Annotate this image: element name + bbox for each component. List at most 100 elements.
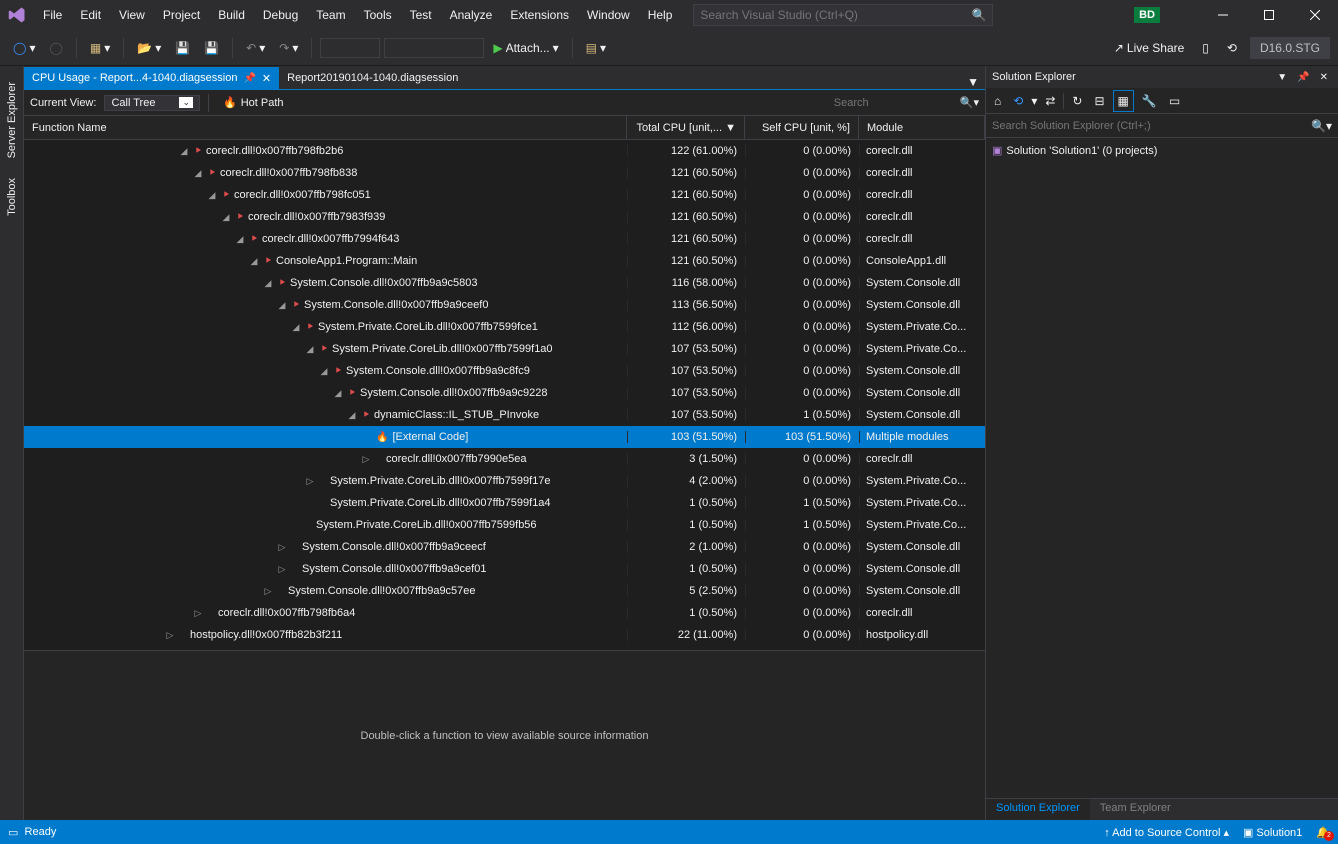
table-row[interactable]: ▷coreclr.dll!0x007ffb798fb6a41 (0.50%)0 … bbox=[24, 602, 985, 624]
home-icon[interactable]: ⌂ bbox=[990, 91, 1005, 111]
expander-icon[interactable]: ◢ bbox=[346, 410, 358, 421]
user-badge[interactable]: BD bbox=[1134, 7, 1160, 23]
table-row[interactable]: ▷System.Private.CoreLib.dll!0x007ffb7599… bbox=[24, 470, 985, 492]
feedback-icon[interactable]: ⟲ bbox=[1222, 38, 1242, 58]
expander-icon[interactable]: ▷ bbox=[304, 476, 316, 487]
table-row[interactable]: ▷System.Console.dll!0x007ffb9a9cef011 (0… bbox=[24, 558, 985, 580]
menu-debug[interactable]: Debug bbox=[254, 0, 307, 30]
menu-team[interactable]: Team bbox=[307, 0, 354, 30]
phone-icon[interactable]: ▯ bbox=[1197, 38, 1214, 58]
table-row[interactable]: ◢⯈System.Private.CoreLib.dll!0x007ffb759… bbox=[24, 338, 985, 360]
table-row[interactable]: ◢⯈coreclr.dll!0x007ffb798fc051121 (60.50… bbox=[24, 184, 985, 206]
menu-analyze[interactable]: Analyze bbox=[441, 0, 502, 30]
close-icon[interactable]: ✕ bbox=[262, 72, 271, 85]
new-project-button[interactable]: ▦▾ bbox=[85, 38, 115, 58]
properties-icon[interactable]: 🔧 bbox=[1138, 91, 1161, 111]
show-all-icon[interactable]: ▦ bbox=[1113, 90, 1134, 112]
live-share-button[interactable]: ↗ Live Share bbox=[1109, 38, 1189, 58]
table-row[interactable]: ◢⯈System.Console.dll!0x007ffb9a9ceef0113… bbox=[24, 294, 985, 316]
expander-icon[interactable]: ◢ bbox=[276, 300, 288, 311]
search-icon[interactable]: 🔍▾ bbox=[960, 96, 979, 109]
solution-search-input[interactable] bbox=[992, 120, 1311, 132]
menu-test[interactable]: Test bbox=[401, 0, 441, 30]
save-button[interactable]: 💾 bbox=[170, 38, 195, 58]
doc-tab-1[interactable]: Report20190104-1040.diagsession bbox=[279, 67, 466, 89]
table-row[interactable]: System.Private.CoreLib.dll!0x007ffb7599f… bbox=[24, 492, 985, 514]
table-row[interactable]: ◢⯈ConsoleApp1.Program::Main121 (60.50%)0… bbox=[24, 250, 985, 272]
table-row[interactable]: ◢⯈coreclr.dll!0x007ffb7994f643121 (60.50… bbox=[24, 228, 985, 250]
table-row[interactable]: ▷System.Console.dll!0x007ffb9a9ceecf2 (1… bbox=[24, 536, 985, 558]
pin-icon[interactable]: 📌 bbox=[243, 73, 255, 84]
table-row[interactable]: System.Private.CoreLib.dll!0x007ffb7599f… bbox=[24, 514, 985, 536]
col-module[interactable]: Module bbox=[859, 116, 985, 139]
expander-icon[interactable]: ◢ bbox=[248, 256, 260, 267]
doc-tabs-dropdown[interactable]: ▼ bbox=[961, 75, 985, 89]
process-button[interactable]: ▤▾ bbox=[581, 38, 611, 58]
table-row[interactable]: ▷coreclr.dll!0x007ffb7990e5ea3 (1.50%)0 … bbox=[24, 448, 985, 470]
expander-icon[interactable]: ◢ bbox=[206, 190, 218, 201]
col-function-name[interactable]: Function Name bbox=[24, 116, 627, 139]
expander-icon[interactable]: ▷ bbox=[192, 608, 204, 619]
col-total-cpu[interactable]: Total CPU [unit,... ▼ bbox=[627, 116, 745, 139]
table-row[interactable]: ◢⯈dynamicClass::IL_STUB_PInvoke107 (53.5… bbox=[24, 404, 985, 426]
save-all-button[interactable]: 💾 bbox=[199, 38, 224, 58]
table-row[interactable]: ▷hostpolicy.dll!0x007ffb82b3f21122 (11.0… bbox=[24, 624, 985, 646]
menu-edit[interactable]: Edit bbox=[71, 0, 110, 30]
table-row[interactable]: ◢⯈System.Console.dll!0x007ffb9a9c9228107… bbox=[24, 382, 985, 404]
expander-icon[interactable]: ◢ bbox=[234, 234, 246, 245]
expander-icon[interactable]: ◢ bbox=[332, 388, 344, 399]
doc-tab-0[interactable]: CPU Usage - Report...4-1040.diagsession📌… bbox=[24, 67, 279, 89]
function-search-input[interactable] bbox=[834, 97, 954, 109]
nav-fwd-button[interactable]: ◯ bbox=[44, 38, 67, 58]
expander-icon[interactable]: ▷ bbox=[164, 630, 176, 641]
maximize-button[interactable] bbox=[1246, 0, 1292, 30]
notifications-icon[interactable]: 🔔2 bbox=[1316, 826, 1330, 839]
preview-icon[interactable]: ▭ bbox=[1165, 91, 1184, 111]
menu-window[interactable]: Window bbox=[578, 0, 639, 30]
menu-extensions[interactable]: Extensions bbox=[501, 0, 578, 30]
redo-button[interactable]: ↷▾ bbox=[274, 38, 303, 58]
tab-team-explorer[interactable]: Team Explorer bbox=[1090, 799, 1181, 820]
expander-icon[interactable]: ◢ bbox=[178, 146, 190, 157]
expander-icon[interactable]: ◢ bbox=[220, 212, 232, 223]
expander-icon[interactable]: ◢ bbox=[290, 322, 302, 333]
col-self-cpu[interactable]: Self CPU [unit, %] bbox=[745, 116, 859, 139]
expander-icon[interactable]: ◢ bbox=[262, 278, 274, 289]
menu-help[interactable]: Help bbox=[639, 0, 682, 30]
solution-root-node[interactable]: ▣ Solution 'Solution1' (0 projects) bbox=[992, 142, 1332, 159]
solution-status[interactable]: ▣ Solution1 bbox=[1243, 826, 1302, 839]
close-button[interactable] bbox=[1292, 0, 1338, 30]
menu-view[interactable]: View bbox=[110, 0, 154, 30]
toolbox-tab[interactable]: Toolbox bbox=[4, 170, 20, 224]
table-row[interactable]: ◢⯈System.Private.CoreLib.dll!0x007ffb759… bbox=[24, 316, 985, 338]
table-row[interactable]: ◢⯈coreclr.dll!0x007ffb7983f939121 (60.50… bbox=[24, 206, 985, 228]
search-icon[interactable]: 🔍▾ bbox=[1311, 119, 1332, 133]
back-icon[interactable]: ⟲ bbox=[1009, 91, 1027, 111]
expander-icon[interactable]: ▷ bbox=[360, 454, 372, 465]
server-explorer-tab[interactable]: Server Explorer bbox=[4, 74, 20, 166]
open-file-button[interactable]: 📂▾ bbox=[132, 38, 166, 58]
tab-solution-explorer[interactable]: Solution Explorer bbox=[986, 799, 1090, 820]
sync-icon[interactable]: ⇄ bbox=[1041, 91, 1059, 111]
panel-pin-icon[interactable]: 📌 bbox=[1293, 70, 1313, 85]
table-row[interactable]: ▷System.Console.dll!0x007ffb9a9c57ee5 (2… bbox=[24, 580, 985, 602]
menu-tools[interactable]: Tools bbox=[355, 0, 401, 30]
quick-launch-input[interactable] bbox=[700, 8, 971, 22]
table-row[interactable]: 🔥[External Code]103 (51.50%)103 (51.50%)… bbox=[24, 426, 985, 448]
collapse-icon[interactable]: ⊟ bbox=[1090, 91, 1108, 111]
table-row[interactable]: ◢⯈System.Console.dll!0x007ffb9a9c5803116… bbox=[24, 272, 985, 294]
view-combo[interactable]: Call Tree ⌄ bbox=[104, 95, 200, 111]
menu-build[interactable]: Build bbox=[209, 0, 254, 30]
menu-project[interactable]: Project bbox=[154, 0, 209, 30]
quick-launch-search[interactable]: 🔍 bbox=[693, 4, 993, 26]
hot-path-button[interactable]: 🔥 Hot Path bbox=[217, 94, 290, 111]
table-row[interactable]: ◢⯈coreclr.dll!0x007ffb798fb2b6122 (61.00… bbox=[24, 140, 985, 162]
platform-combo[interactable] bbox=[384, 38, 484, 58]
table-row[interactable]: ◢⯈coreclr.dll!0x007ffb798fb838121 (60.50… bbox=[24, 162, 985, 184]
config-combo[interactable] bbox=[320, 38, 380, 58]
undo-button[interactable]: ↶▾ bbox=[241, 38, 270, 58]
attach-button[interactable]: ▶ Attach... ▾ bbox=[488, 38, 563, 58]
expander-icon[interactable]: ◢ bbox=[304, 344, 316, 355]
panel-dropdown-icon[interactable]: ▼ bbox=[1273, 70, 1291, 85]
expander-icon[interactable]: ▷ bbox=[262, 586, 274, 597]
